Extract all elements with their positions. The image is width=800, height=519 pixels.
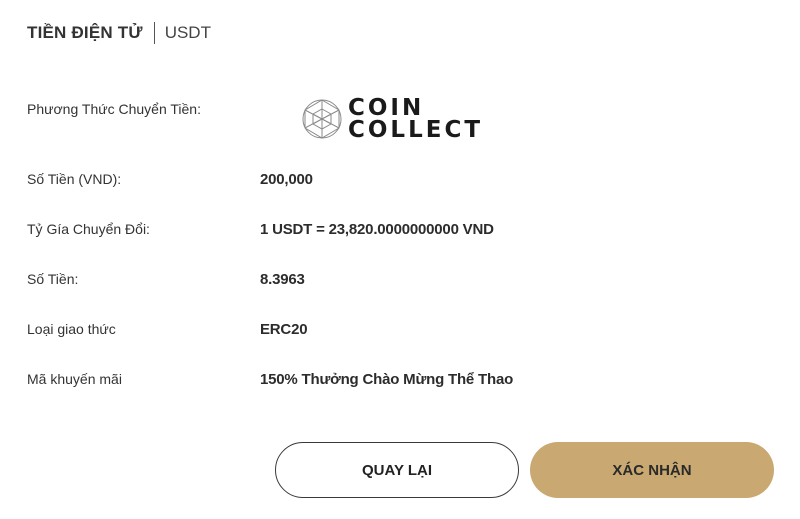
currency-subtitle: USDT (164, 23, 211, 42)
detail-label: Loại giao thức (27, 321, 116, 337)
coincollect-logo-icon (302, 99, 342, 139)
detail-value: ERC20 (260, 320, 308, 338)
detail-value: 200,000 (260, 170, 313, 188)
back-button[interactable]: QUAY LẠI (275, 442, 519, 498)
logo-line-1: COIN (348, 95, 425, 121)
detail-row-promo-code: Mã khuyến mãi 150% Thưởng Chào Mừng Thể … (27, 368, 780, 390)
coincollect-wordmark: COIN COLLECT (348, 95, 484, 143)
page-title: TIỀN ĐIỆN TỬ (27, 23, 143, 42)
logo-line-2: COLLECT (348, 117, 484, 143)
detail-value: 8.3963 (260, 270, 305, 288)
header-divider (153, 22, 155, 44)
detail-label: Số Tiền: (27, 271, 79, 287)
page-header: TIỀN ĐIỆN TỬ USDT (27, 21, 211, 45)
detail-label: Số Tiền (VND): (27, 171, 122, 187)
detail-value: 1 USDT = 23,820.0000000000 VND (260, 220, 494, 238)
detail-row-amount: Số Tiền: 8.3963 (27, 268, 780, 290)
detail-row-amount-vnd: Số Tiền (VND): 200,000 (27, 168, 780, 190)
detail-label: Tỷ Gía Chuyển Đổi: (27, 221, 150, 237)
detail-row-exchange-rate: Tỷ Gía Chuyển Đổi: 1 USDT = 23,820.00000… (27, 218, 780, 240)
detail-value: 150% Thưởng Chào Mừng Thể Thao (260, 370, 514, 388)
coincollect-logo: COIN COLLECT (300, 95, 483, 143)
confirm-button[interactable]: XÁC NHẬN (530, 442, 774, 498)
detail-row-protocol: Loại giao thức ERC20 (27, 318, 780, 340)
detail-label: Mã khuyến mãi (27, 371, 122, 387)
detail-label: Phương Thức Chuyển Tiền: (27, 101, 201, 117)
